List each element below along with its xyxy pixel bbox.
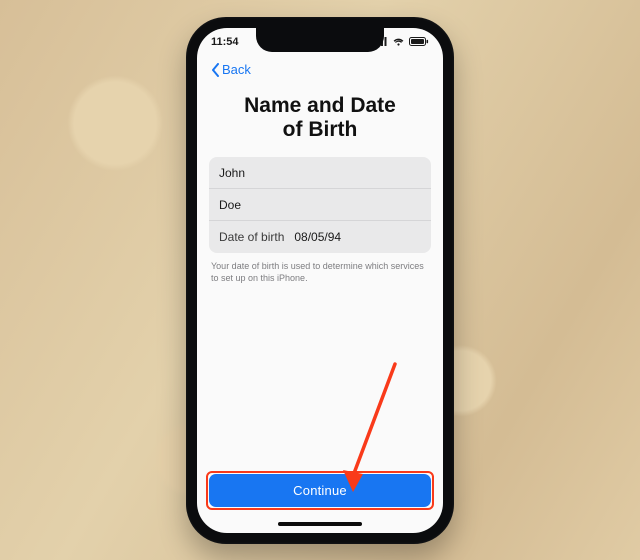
- phone-frame: 11:54: [186, 17, 454, 544]
- page-title: Name and Date of Birth: [209, 94, 431, 144]
- back-button[interactable]: Back: [207, 60, 255, 79]
- status-time: 11:54: [211, 36, 239, 48]
- nav-bar: Back: [197, 56, 443, 84]
- setup-content: Name and Date of Birth John Doe Date of …: [197, 84, 443, 519]
- back-label: Back: [222, 62, 251, 77]
- first-name-field[interactable]: John: [209, 157, 431, 189]
- wifi-icon: [392, 37, 405, 46]
- dob-field[interactable]: Date of birth 08/05/94: [209, 221, 431, 253]
- title-line2: of Birth: [283, 118, 358, 141]
- last-name-field[interactable]: Doe: [209, 189, 431, 221]
- last-name-value: Doe: [219, 198, 241, 212]
- form-fields: John Doe Date of birth 08/05/94: [209, 157, 431, 253]
- title-line1: Name and Date: [244, 94, 396, 117]
- helper-text: Your date of birth is used to determine …: [211, 260, 429, 284]
- content-spacer: [209, 284, 431, 473]
- phone-screen: 11:54: [197, 28, 443, 533]
- continue-wrap: Continue: [209, 474, 431, 507]
- home-indicator[interactable]: [278, 522, 362, 526]
- battery-icon: [409, 37, 429, 46]
- dob-value: 08/05/94: [294, 230, 341, 244]
- chevron-left-icon: [211, 63, 220, 77]
- first-name-value: John: [219, 166, 245, 180]
- notch: [256, 28, 384, 52]
- dob-label: Date of birth: [219, 230, 284, 244]
- continue-button[interactable]: Continue: [209, 474, 431, 507]
- home-indicator-area: [197, 519, 443, 533]
